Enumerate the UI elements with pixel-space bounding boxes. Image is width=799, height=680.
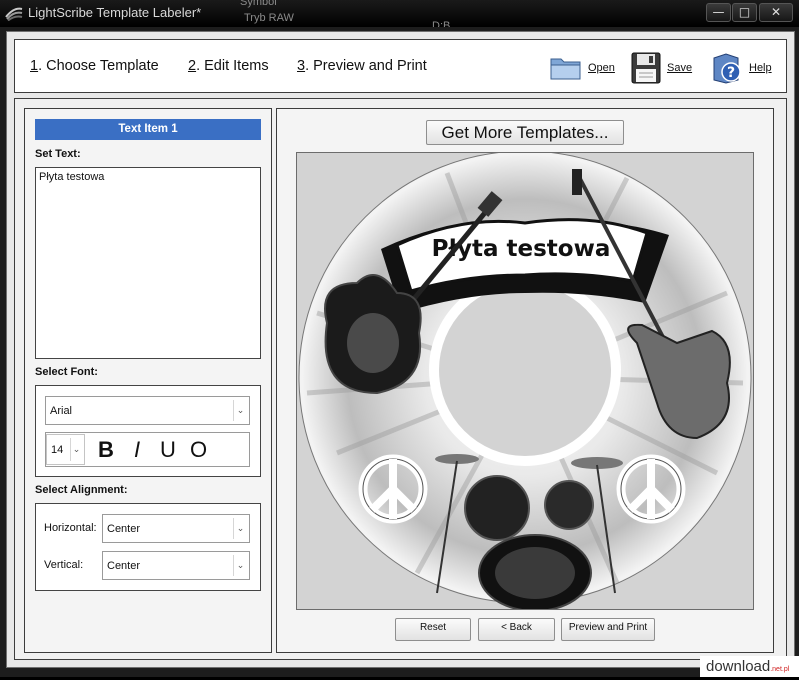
font-name-select[interactable]: Arial ⌄: [45, 396, 250, 425]
vertical-label: Vertical:: [44, 559, 84, 571]
text-input[interactable]: Płyta testowa: [35, 167, 261, 359]
background-window-text: Symbol: [240, 0, 277, 8]
maximize-button[interactable]: □: [732, 3, 757, 22]
step-choose-template[interactable]: 1. Choose Template: [30, 58, 159, 74]
close-button[interactable]: ✕: [759, 3, 793, 22]
chevron-down-icon: ⌄: [233, 555, 247, 576]
font-size-select[interactable]: 14 ⌄: [46, 434, 85, 465]
text-item-header[interactable]: Text Item 1: [35, 119, 261, 140]
back-button[interactable]: < Back: [478, 618, 555, 641]
help-button[interactable]: ? Help: [711, 51, 772, 85]
select-alignment-label: Select Alignment:: [35, 484, 128, 496]
select-font-label: Select Font:: [35, 366, 98, 378]
outline-button[interactable]: O: [190, 437, 207, 463]
get-more-templates-button[interactable]: Get More Templates...: [426, 120, 624, 145]
italic-button[interactable]: I: [134, 437, 140, 463]
chevron-down-icon: ⌄: [70, 438, 82, 461]
window-title: LightScribe Template Labeler*: [28, 5, 202, 20]
floppy-disk-icon: [631, 52, 661, 84]
save-button[interactable]: Save: [631, 51, 692, 85]
set-text-label: Set Text:: [35, 148, 81, 160]
underline-button[interactable]: U: [160, 437, 176, 463]
background-window-text: Tryb RAW: [244, 12, 294, 24]
svg-text:?: ?: [727, 65, 735, 81]
help-book-icon: ?: [713, 53, 741, 84]
step-edit-items[interactable]: 2. Edit Items: [188, 58, 269, 74]
horizontal-align-select[interactable]: Center ⌄: [102, 514, 250, 543]
maximize-icon: □: [738, 5, 751, 19]
disc-title-text: Płyta testowa: [432, 236, 611, 262]
lightscribe-logo-icon: [5, 7, 23, 21]
folder-icon: [550, 58, 581, 80]
reset-button[interactable]: Reset: [395, 618, 471, 641]
disc-preview: Płyta testowa: [298, 153, 752, 609]
minimize-button[interactable]: —: [706, 3, 731, 22]
bold-button[interactable]: B: [98, 437, 114, 463]
open-button[interactable]: Open: [550, 51, 615, 85]
step-preview-print[interactable]: 3. Preview and Print: [297, 58, 427, 74]
vertical-align-select[interactable]: Center ⌄: [102, 551, 250, 580]
close-icon: ✕: [770, 5, 782, 19]
chevron-down-icon: ⌄: [233, 518, 247, 539]
preview-and-print-button[interactable]: Preview and Print: [561, 618, 655, 641]
chevron-down-icon: ⌄: [233, 400, 247, 421]
minimize-icon: —: [712, 5, 725, 19]
horizontal-label: Horizontal:: [44, 522, 97, 534]
download-watermark: download.net.pl: [700, 656, 799, 677]
